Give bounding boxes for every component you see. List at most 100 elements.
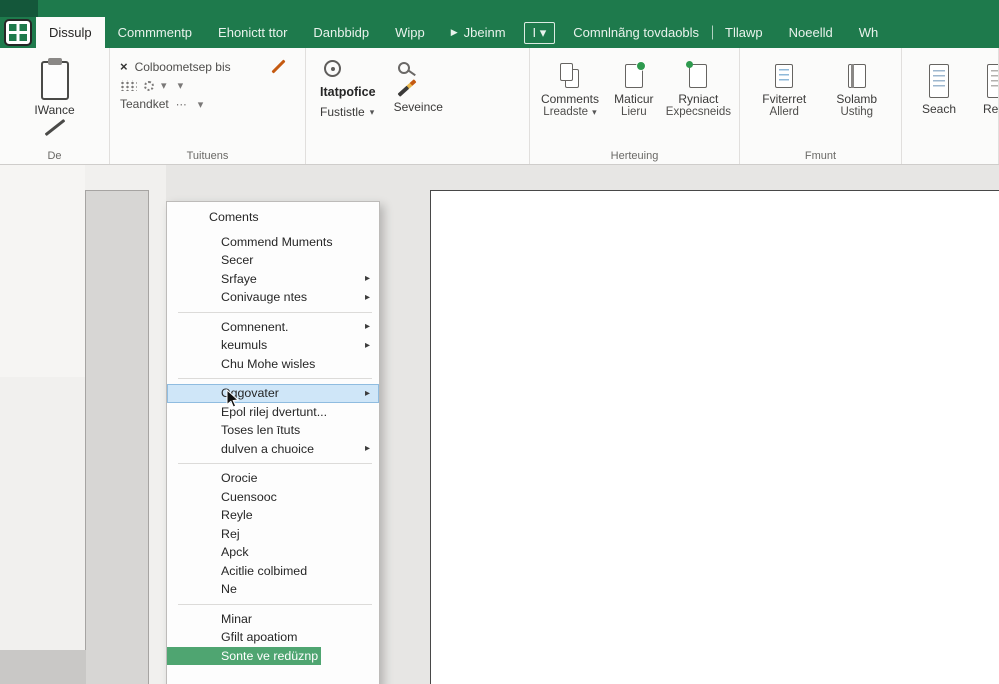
- collapsed-pane[interactable]: [85, 190, 149, 684]
- menu-item: [167, 307, 379, 318]
- ribbon-tab[interactable]: Wh: [846, 17, 892, 48]
- menu-item[interactable]: Gfilt apoatiom: [167, 628, 379, 647]
- submenu-arrow-icon: ▸: [365, 340, 370, 351]
- menu-item-label: Sonte ve redüznp: [221, 649, 318, 663]
- tab-label: Comnlnãng tovdaobls: [573, 25, 699, 40]
- menu-item[interactable]: Conivauge ntes ▸: [167, 288, 379, 307]
- ribbon-tab[interactable]: I ▾: [524, 22, 556, 44]
- submenu-arrow-icon: ▸: [365, 443, 370, 454]
- menu-item[interactable]: Minar: [167, 610, 379, 629]
- pencil-icon[interactable]: [271, 59, 285, 73]
- ribbon-tab[interactable]: Danbbidp: [300, 17, 382, 48]
- fustistle-label: Fustistle: [320, 105, 365, 119]
- ribbon-button-label: Solamb: [836, 92, 877, 106]
- tab-label: Wipp: [395, 25, 425, 40]
- ribbon-tab[interactable]: Wipp: [382, 17, 438, 48]
- ribbon-group-herteuing: Comments Lreadste ▾ Maticur Lieru: [530, 48, 740, 164]
- menu-item[interactable]: Coments: [167, 208, 379, 227]
- menu-item[interactable]: Epol rilej dvertunt...: [167, 403, 379, 422]
- ribbon-button[interactable]: Fviterret Allerd: [748, 54, 821, 148]
- pencil-icon: [44, 119, 65, 136]
- tab-label: Tllawp: [725, 25, 763, 40]
- ribbon-button-sublabel: Lreadste: [543, 106, 588, 118]
- app-logo-icon[interactable]: [4, 19, 32, 46]
- ribbon-button-sublabel: Lieru: [621, 106, 647, 118]
- menu-item[interactable]: dulven a chuoice ▸: [167, 440, 379, 459]
- menu-item[interactable]: Secer: [167, 251, 379, 270]
- close-icon[interactable]: ×: [120, 59, 128, 74]
- ribbon-button-icon: [684, 63, 712, 89]
- menu-item[interactable]: Rej: [167, 525, 379, 544]
- menu-item[interactable]: Reyle: [167, 506, 379, 525]
- submenu-arrow-icon: ▸: [365, 273, 370, 284]
- tab-label: Commmentp: [118, 25, 192, 40]
- ribbon-button-icon: [843, 63, 871, 89]
- document-canvas[interactable]: [430, 190, 999, 684]
- ribbon-tab[interactable]: Commmentp: [105, 17, 205, 48]
- menu-item[interactable]: Srfaye ▸: [167, 270, 379, 289]
- magnifier-icon[interactable]: [398, 62, 410, 74]
- chevron-down-icon: ▾: [592, 107, 597, 118]
- workspace: Coments Commend Muments Secer Srfaye ▸ C…: [0, 165, 999, 684]
- menu-item[interactable]: Apck: [167, 543, 379, 562]
- menu-item[interactable]: Commend Muments: [167, 233, 379, 252]
- menu-item[interactable]: Acitlie colbimed: [167, 562, 379, 581]
- menu-item[interactable]: Ne: [167, 580, 379, 599]
- ribbon-button-label: Rece: [983, 102, 999, 116]
- menu-item[interactable]: Oggovater ▸: [167, 384, 379, 403]
- ribbon-group-fmunt: Fviterret Allerd Solamb Ustihg Fmunt: [740, 48, 902, 164]
- ribbon-button-sublabel: Ustihg: [840, 106, 873, 118]
- iwance-button[interactable]: IWance: [8, 103, 101, 117]
- menu-item[interactable]: Chu Mohe wisles: [167, 355, 379, 374]
- ribbon-button-sublabel: Expecsneids: [666, 106, 731, 118]
- menu-item[interactable]: Toses len ītuts: [167, 421, 379, 440]
- ribbon-tab[interactable]: Dissulp: [36, 17, 105, 48]
- ribbon-group-de: IWance De: [0, 48, 110, 164]
- menu-item[interactable]: keumuls ▸: [167, 336, 379, 355]
- menu-item-label: Ne: [221, 582, 237, 596]
- group-label-de: De: [0, 150, 109, 162]
- fustistle-dropdown[interactable]: Fustistle ▾: [320, 105, 374, 119]
- ribbon-button-icon: [556, 63, 584, 89]
- target-icon[interactable]: [324, 60, 341, 77]
- mouse-cursor-icon: [226, 389, 239, 414]
- menu-item[interactable]: Sonte ve redüznp: [167, 647, 321, 666]
- ribbon-button-icon: [620, 63, 648, 89]
- itatpofice-button[interactable]: Itatpofice: [320, 85, 376, 99]
- ribbon-button[interactable]: Maticur Lieru: [602, 54, 666, 148]
- application-window: Dissulp Commmentp Ehonictt ttor Danbbidp…: [0, 0, 999, 684]
- ribbon-button[interactable]: Comments Lreadste ▾: [538, 54, 602, 148]
- pencil-icon[interactable]: [397, 79, 416, 97]
- grid-dots-icon[interactable]: [120, 80, 137, 91]
- menu-item-label: Minar: [221, 612, 252, 626]
- ribbon-tab[interactable]: ▶ Jbeinm: [438, 17, 519, 48]
- ribbon-button[interactable]: Ryniact Expecsneids: [666, 54, 731, 148]
- ribbon-tab[interactable]: Comnlnãng tovdaobls: [560, 17, 712, 48]
- ribbon-tab[interactable]: Noeelld: [776, 17, 846, 48]
- paste-icon[interactable]: [38, 58, 72, 100]
- context-menu: Coments Commend Muments Secer Srfaye ▸ C…: [166, 201, 380, 684]
- menu-item[interactable]: Cuensooc: [167, 488, 379, 507]
- ribbon-button[interactable]: Solamb Ustihg: [821, 54, 894, 148]
- menu-item[interactable]: Comnenent. ▸: [167, 318, 379, 337]
- document-icon: [984, 63, 999, 99]
- ribbon-button[interactable]: Seach: [910, 54, 968, 148]
- teandket-button[interactable]: Teandket: [120, 97, 169, 111]
- menu-item-label: Chu Mohe wisles: [221, 357, 315, 371]
- seveince-button[interactable]: Seveince: [394, 100, 443, 114]
- colboometsep-button[interactable]: Colboometsep bis: [135, 60, 231, 74]
- ribbon-button-label: Seach: [922, 102, 956, 116]
- tab-label: Noeelld: [789, 25, 833, 40]
- ribbon-tab[interactable]: Tllawp: [712, 17, 776, 48]
- tab-label: I ▾: [533, 25, 547, 41]
- menu-item-label: Gfilt apoatiom: [221, 630, 297, 644]
- ribbon-tabs: Dissulp Commmentp Ehonictt ttor Danbbidp…: [36, 17, 891, 48]
- menu-item[interactable]: Orocie: [167, 469, 379, 488]
- gear-icon[interactable]: [144, 81, 154, 91]
- ribbon-button[interactable]: Rece: [968, 54, 999, 148]
- menu-item-label: Orocie: [221, 471, 258, 485]
- ribbon-tab[interactable]: Ehonictt ttor: [205, 17, 300, 48]
- menu-item-label: Toses len ītuts: [221, 423, 300, 437]
- menu-item: [167, 373, 379, 384]
- submenu-arrow-icon: ▸: [365, 388, 370, 399]
